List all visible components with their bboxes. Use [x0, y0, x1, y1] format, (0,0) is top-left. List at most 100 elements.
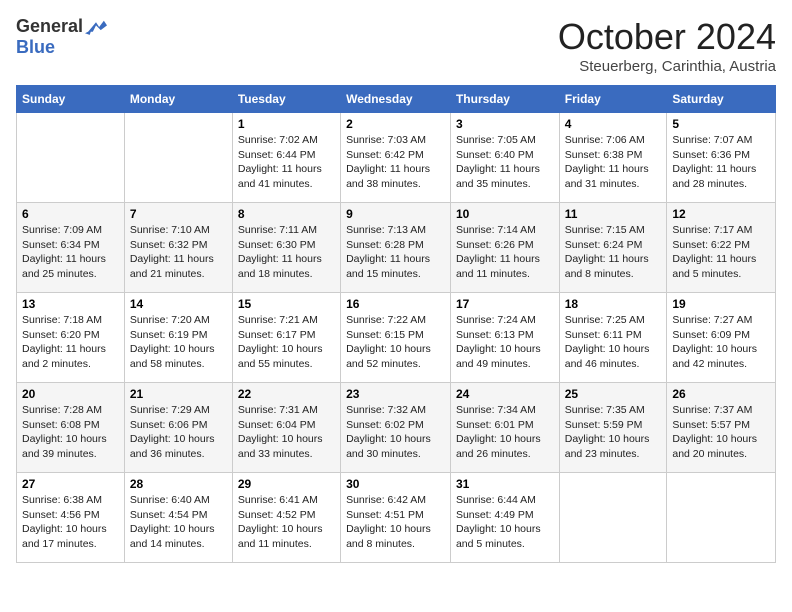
day-number: 14 [130, 297, 227, 311]
calendar-day-3: 3 Sunrise: 7:05 AMSunset: 6:40 PMDaylight… [450, 113, 559, 203]
calendar-day-15: 15Sunrise: 7:21 AMSunset: 6:17 PMDayligh… [232, 293, 340, 383]
day-info: Sunrise: 7:32 AMSunset: 6:02 PMDaylight:… [346, 403, 445, 462]
page-header: General Blue October 2024 Steuerberg, Ca… [16, 16, 776, 75]
calendar-table: SundayMondayTuesdayWednesdayThursdayFrid… [16, 85, 776, 563]
header-saturday: Saturday [667, 86, 776, 113]
month-title: October 2024 [558, 16, 776, 58]
calendar-empty-cell [559, 473, 667, 563]
day-number: 3 [456, 117, 554, 131]
day-number: 17 [456, 297, 554, 311]
day-info: Sunrise: 7:27 AMSunset: 6:09 PMDaylight:… [672, 313, 770, 372]
day-number: 23 [346, 387, 445, 401]
calendar-day-22: 22Sunrise: 7:31 AMSunset: 6:04 PMDayligh… [232, 383, 340, 473]
calendar-week-row: 27 Sunrise: 6:38 AMSunset: 4:56 PMDayligh… [17, 473, 776, 563]
header-wednesday: Wednesday [341, 86, 451, 113]
day-number: 12 [672, 207, 770, 221]
calendar-day-19: 19Sunrise: 7:27 AMSunset: 6:09 PMDayligh… [667, 293, 776, 383]
day-number: 9 [346, 207, 445, 221]
calendar-week-row: 1 Sunrise: 7:02 AMSunset: 6:44 PMDaylight… [17, 113, 776, 203]
calendar-day-18: 18Sunrise: 7:25 AMSunset: 6:11 PMDayligh… [559, 293, 667, 383]
day-info: Sunrise: 7:14 AMSunset: 6:26 PMDaylight:… [456, 223, 554, 282]
logo-blue-text: Blue [16, 37, 55, 57]
calendar-day-10: 10Sunrise: 7:14 AMSunset: 6:26 PMDayligh… [450, 203, 559, 293]
calendar-day-26: 26 Sunrise: 7:37 AMSunset: 5:57 PMDayligh… [667, 383, 776, 473]
day-info: Sunrise: 7:34 AMSunset: 6:01 PMDaylight:… [456, 403, 554, 462]
day-info: Sunrise: 7:17 AMSunset: 6:22 PMDaylight:… [672, 223, 770, 282]
day-number: 25 [565, 387, 662, 401]
calendar-day-1: 1 Sunrise: 7:02 AMSunset: 6:44 PMDaylight… [232, 113, 340, 203]
day-info: Sunrise: 6:44 AMSunset: 4:49 PMDaylight:… [456, 493, 554, 552]
day-info: Sunrise: 7:09 AMSunset: 6:34 PMDaylight:… [22, 223, 119, 282]
calendar-day-20: 20Sunrise: 7:28 AMSunset: 6:08 PMDayligh… [17, 383, 125, 473]
day-info: Sunrise: 6:38 AMSunset: 4:56 PMDaylight:… [22, 493, 119, 552]
day-number: 16 [346, 297, 445, 311]
day-number: 24 [456, 387, 554, 401]
header-thursday: Thursday [450, 86, 559, 113]
day-number: 27 [22, 477, 119, 491]
calendar-empty-cell [667, 473, 776, 563]
day-info: Sunrise: 7:13 AMSunset: 6:28 PMDaylight:… [346, 223, 445, 282]
day-number: 1 [238, 117, 335, 131]
calendar-day-5: 5 Sunrise: 7:07 AMSunset: 6:36 PMDaylight… [667, 113, 776, 203]
title-area: October 2024 Steuerberg, Carinthia, Aust… [558, 16, 776, 75]
header-tuesday: Tuesday [232, 86, 340, 113]
calendar-day-13: 13 Sunrise: 7:18 AMSunset: 6:20 PMDayligh… [17, 293, 125, 383]
day-info: Sunrise: 7:37 AMSunset: 5:57 PMDaylight:… [672, 403, 770, 462]
day-number: 7 [130, 207, 227, 221]
calendar-day-21: 21 Sunrise: 7:29 AMSunset: 6:06 PMDayligh… [124, 383, 232, 473]
day-info: Sunrise: 7:10 AMSunset: 6:32 PMDaylight:… [130, 223, 227, 282]
day-info: Sunrise: 6:40 AMSunset: 4:54 PMDaylight:… [130, 493, 227, 552]
day-info: Sunrise: 7:03 AMSunset: 6:42 PMDaylight:… [346, 133, 445, 192]
calendar-day-23: 23 Sunrise: 7:32 AMSunset: 6:02 PMDayligh… [341, 383, 451, 473]
day-number: 21 [130, 387, 227, 401]
day-info: Sunrise: 7:29 AMSunset: 6:06 PMDaylight:… [130, 403, 227, 462]
day-number: 28 [130, 477, 227, 491]
calendar-day-17: 17 Sunrise: 7:24 AMSunset: 6:13 PMDayligh… [450, 293, 559, 383]
calendar-day-30: 30Sunrise: 6:42 AMSunset: 4:51 PMDayligh… [341, 473, 451, 563]
calendar-empty-cell [17, 113, 125, 203]
calendar-header-row: SundayMondayTuesdayWednesdayThursdayFrid… [17, 86, 776, 113]
day-number: 29 [238, 477, 335, 491]
calendar-day-4: 4 Sunrise: 7:06 AMSunset: 6:38 PMDaylight… [559, 113, 667, 203]
day-info: Sunrise: 7:06 AMSunset: 6:38 PMDaylight:… [565, 133, 662, 192]
calendar-day-28: 28 Sunrise: 6:40 AMSunset: 4:54 PMDayligh… [124, 473, 232, 563]
calendar-day-9: 9 Sunrise: 7:13 AMSunset: 6:28 PMDaylight… [341, 203, 451, 293]
calendar-week-row: 20Sunrise: 7:28 AMSunset: 6:08 PMDayligh… [17, 383, 776, 473]
day-info: Sunrise: 7:21 AMSunset: 6:17 PMDaylight:… [238, 313, 335, 372]
logo-bird-icon [85, 19, 107, 35]
day-number: 13 [22, 297, 119, 311]
day-number: 22 [238, 387, 335, 401]
day-info: Sunrise: 7:07 AMSunset: 6:36 PMDaylight:… [672, 133, 770, 192]
day-info: Sunrise: 7:18 AMSunset: 6:20 PMDaylight:… [22, 313, 119, 372]
day-number: 6 [22, 207, 119, 221]
calendar-day-7: 7 Sunrise: 7:10 AMSunset: 6:32 PMDaylight… [124, 203, 232, 293]
day-number: 26 [672, 387, 770, 401]
day-info: Sunrise: 6:42 AMSunset: 4:51 PMDaylight:… [346, 493, 445, 552]
calendar-day-31: 31 Sunrise: 6:44 AMSunset: 4:49 PMDayligh… [450, 473, 559, 563]
calendar-day-25: 25 Sunrise: 7:35 AMSunset: 5:59 PMDayligh… [559, 383, 667, 473]
day-info: Sunrise: 7:24 AMSunset: 6:13 PMDaylight:… [456, 313, 554, 372]
calendar-day-29: 29Sunrise: 6:41 AMSunset: 4:52 PMDayligh… [232, 473, 340, 563]
day-info: Sunrise: 7:15 AMSunset: 6:24 PMDaylight:… [565, 223, 662, 282]
calendar-empty-cell [124, 113, 232, 203]
day-number: 4 [565, 117, 662, 131]
day-info: Sunrise: 7:02 AMSunset: 6:44 PMDaylight:… [238, 133, 335, 192]
calendar-week-row: 13 Sunrise: 7:18 AMSunset: 6:20 PMDayligh… [17, 293, 776, 383]
day-info: Sunrise: 7:05 AMSunset: 6:40 PMDaylight:… [456, 133, 554, 192]
calendar-day-14: 14 Sunrise: 7:20 AMSunset: 6:19 PMDayligh… [124, 293, 232, 383]
day-number: 31 [456, 477, 554, 491]
day-info: Sunrise: 7:11 AMSunset: 6:30 PMDaylight:… [238, 223, 335, 282]
day-info: Sunrise: 7:25 AMSunset: 6:11 PMDaylight:… [565, 313, 662, 372]
calendar-day-16: 16Sunrise: 7:22 AMSunset: 6:15 PMDayligh… [341, 293, 451, 383]
day-number: 5 [672, 117, 770, 131]
day-number: 2 [346, 117, 445, 131]
logo: General Blue [16, 16, 107, 58]
day-number: 8 [238, 207, 335, 221]
header-friday: Friday [559, 86, 667, 113]
day-info: Sunrise: 7:20 AMSunset: 6:19 PMDaylight:… [130, 313, 227, 372]
day-number: 11 [565, 207, 662, 221]
day-info: Sunrise: 7:35 AMSunset: 5:59 PMDaylight:… [565, 403, 662, 462]
calendar-day-24: 24 Sunrise: 7:34 AMSunset: 6:01 PMDayligh… [450, 383, 559, 473]
calendar-day-11: 11 Sunrise: 7:15 AMSunset: 6:24 PMDayligh… [559, 203, 667, 293]
logo-general-text: General [16, 16, 83, 37]
